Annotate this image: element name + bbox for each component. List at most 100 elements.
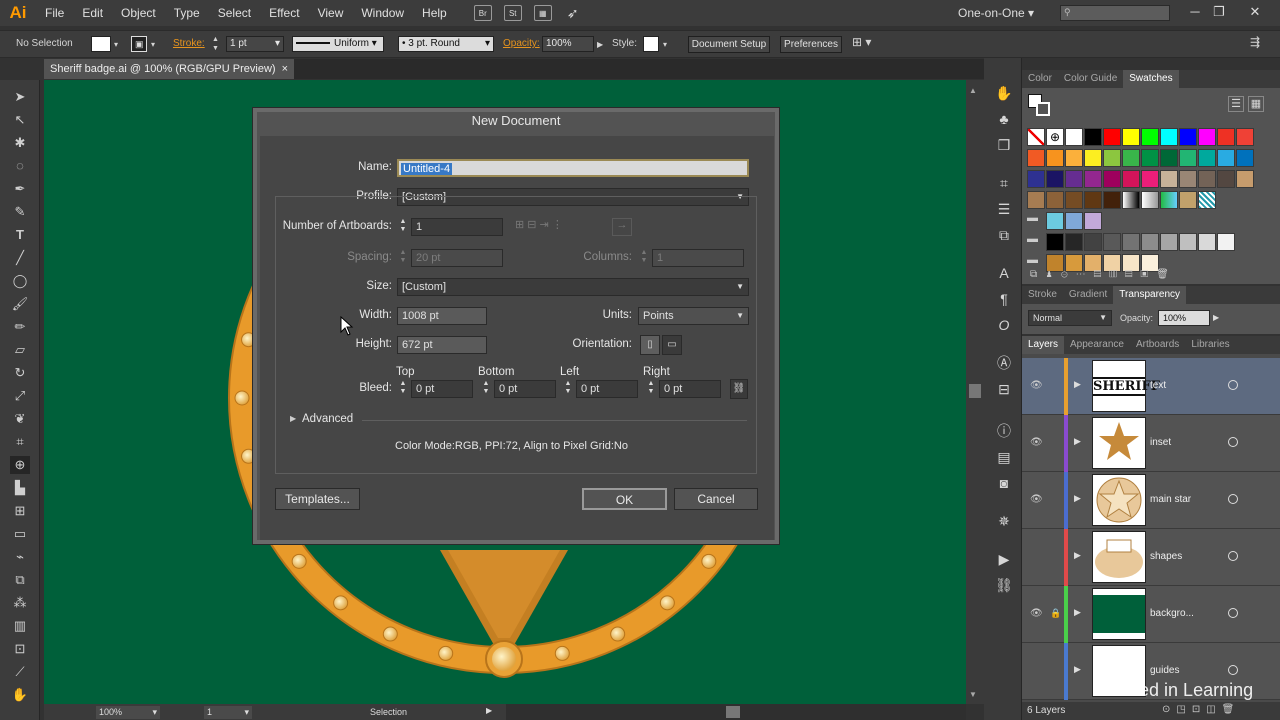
align-panel-icon[interactable]: ☰ [994, 200, 1014, 218]
color-swatch[interactable] [1084, 149, 1102, 167]
color-swatch[interactable] [1141, 128, 1159, 146]
graphic-styles-panel-icon[interactable]: ❒ [994, 136, 1014, 154]
bleed-right-field[interactable]: 0 pt [659, 380, 721, 398]
scale-tool-icon[interactable]: ⤢ [10, 387, 30, 405]
bridge-icon[interactable]: Br [473, 5, 492, 21]
document-info-panel-icon[interactable]: ▤ [994, 448, 1014, 466]
color-swatch[interactable] [1236, 149, 1254, 167]
expand-layer-icon[interactable]: ▶ [1074, 664, 1081, 675]
symbol-sprayer-panel-icon[interactable]: ✋ [994, 84, 1014, 102]
color-swatch[interactable] [1179, 233, 1197, 251]
layer-row-shapes[interactable]: ▶ shapes [1022, 529, 1280, 586]
color-swatch[interactable] [1122, 149, 1140, 167]
type-tool-icon[interactable]: T [10, 226, 30, 244]
color-swatch[interactable] [1084, 128, 1102, 146]
color-swatch[interactable] [1179, 191, 1197, 209]
color-swatch[interactable] [1141, 170, 1159, 188]
color-swatch[interactable] [1198, 149, 1216, 167]
lasso-tool-icon[interactable]: ◌ [10, 157, 30, 175]
character-styles-panel-icon[interactable]: Ⓐ [994, 354, 1014, 372]
menu-file[interactable]: File [36, 0, 73, 26]
tab-artboards[interactable]: Artboards [1130, 336, 1185, 354]
swatch-panel-actions[interactable]: ⧉♟⊝⋯▤▥▤▣🗑 [1022, 266, 1280, 284]
layer-name[interactable]: backgro... [1150, 608, 1194, 619]
style-dropdown-icon[interactable]: ▾ [663, 38, 667, 52]
columns-spinner-icon[interactable]: ▲ ▼ [638, 249, 650, 267]
character-panel-icon[interactable]: A [994, 264, 1014, 282]
close-tab-icon[interactable]: × [282, 59, 288, 79]
transparency-opacity-arrow-icon[interactable]: ▶ [1213, 313, 1219, 322]
stroke-spinner-icon[interactable]: ▲ ▼ [212, 35, 219, 53]
artboard-direction-icon[interactable]: → [612, 218, 632, 236]
stroke-dropdown-icon[interactable]: ▾ [151, 38, 155, 52]
color-swatch[interactable] [1103, 191, 1121, 209]
layer-row-background[interactable]: 👁 🔒 ▶ backgro... [1022, 586, 1280, 643]
color-swatch[interactable] [1103, 233, 1121, 251]
transparency-opacity-field[interactable]: 100% [1158, 310, 1210, 326]
actions-panel-icon[interactable]: ▶ [994, 550, 1014, 568]
opacity-label[interactable]: Opacity: [503, 37, 540, 51]
restore-button[interactable]: ❐ [1208, 2, 1230, 22]
target-icon[interactable] [1228, 437, 1238, 447]
bleed-left-spinner-icon[interactable]: ▲ ▼ [562, 380, 574, 398]
height-field[interactable]: 672 pt [397, 336, 487, 354]
color-swatch[interactable] [1065, 191, 1083, 209]
target-icon[interactable] [1228, 551, 1238, 561]
paragraph-panel-icon[interactable]: ¶ [994, 290, 1014, 308]
arrange-documents-icon[interactable]: ▦ [533, 5, 552, 21]
brush-definition[interactable]: • 3 pt. Round ▾ [398, 36, 494, 52]
color-swatch[interactable] [1179, 149, 1197, 167]
color-swatch[interactable] [1065, 233, 1083, 251]
target-icon[interactable] [1228, 608, 1238, 618]
bleed-top-spinner-icon[interactable]: ▲ ▼ [397, 380, 409, 398]
layer-name[interactable]: inset [1150, 437, 1171, 448]
variable-width-profile[interactable]: Uniform ▾ [292, 36, 384, 52]
color-swatch[interactable] [1179, 128, 1197, 146]
artboards-spinner-icon[interactable]: ▲ ▼ [397, 218, 409, 236]
preferences-button[interactable]: Preferences [780, 36, 842, 53]
tab-layers[interactable]: Layers [1022, 336, 1065, 354]
color-swatch[interactable] [1198, 233, 1216, 251]
paintbrush-tool-icon[interactable]: 🖌 [10, 295, 30, 313]
graphic-style-swatch[interactable] [643, 36, 659, 52]
navigator-panel-icon[interactable]: ✵ [994, 512, 1014, 530]
bleed-right-spinner-icon[interactable]: ▲ ▼ [645, 380, 657, 398]
grid-view-icon[interactable]: ▦ [1248, 96, 1264, 112]
paragraph-styles-panel-icon[interactable]: ⊟ [994, 380, 1014, 398]
swatch-group-folder-icon[interactable]: ▬ [1027, 212, 1045, 230]
color-swatch[interactable] [1065, 170, 1083, 188]
menu-window[interactable]: Window [352, 0, 413, 26]
workspace-switcher[interactable]: One-on-One ▾ [958, 0, 1034, 26]
expand-layer-icon[interactable]: ▶ [1074, 550, 1081, 561]
color-swatch[interactable] [1236, 128, 1254, 146]
perspective-grid-tool-icon[interactable]: ▙ [10, 479, 30, 497]
color-swatch[interactable] [1027, 191, 1045, 209]
menu-object[interactable]: Object [112, 0, 165, 26]
direct-selection-tool-icon[interactable]: ↖ [10, 111, 30, 129]
stroke-weight-field[interactable]: 1 pt ▾ [226, 36, 284, 52]
magic-wand-tool-icon[interactable]: ✱ [10, 134, 30, 152]
expand-layer-icon[interactable]: ▶ [1074, 379, 1081, 390]
bleed-left-field[interactable]: 0 pt [576, 380, 638, 398]
ellipse-tool-icon[interactable]: ◯ [10, 272, 30, 290]
layer-name[interactable]: guides [1150, 665, 1179, 676]
tab-libraries[interactable]: Libraries [1185, 336, 1235, 354]
color-swatch[interactable] [1122, 170, 1140, 188]
color-swatch[interactable] [1084, 191, 1102, 209]
expand-layer-icon[interactable]: ▶ [1074, 607, 1081, 618]
color-swatch[interactable] [1065, 149, 1083, 167]
color-swatch[interactable] [1065, 128, 1083, 146]
artboard-navigation-field[interactable]: 1 ▾ [204, 706, 252, 719]
tab-appearance[interactable]: Appearance [1064, 336, 1130, 354]
arrange-icon[interactable]: ⊞ ▾ [852, 35, 871, 49]
color-swatch[interactable] [1122, 128, 1140, 146]
expand-layer-icon[interactable]: ▶ [1074, 493, 1081, 504]
color-swatch[interactable] [1046, 212, 1064, 230]
column-graph-tool-icon[interactable]: ▥ [10, 617, 30, 635]
free-transform-tool-icon[interactable]: ⌗ [10, 433, 30, 451]
menu-edit[interactable]: Edit [73, 0, 112, 26]
color-swatch[interactable] [1046, 170, 1064, 188]
mesh-tool-icon[interactable]: ⊞ [10, 502, 30, 520]
eraser-tool-icon[interactable]: ▱ [10, 341, 30, 359]
selection-tool-icon[interactable]: ➤ [10, 88, 30, 106]
